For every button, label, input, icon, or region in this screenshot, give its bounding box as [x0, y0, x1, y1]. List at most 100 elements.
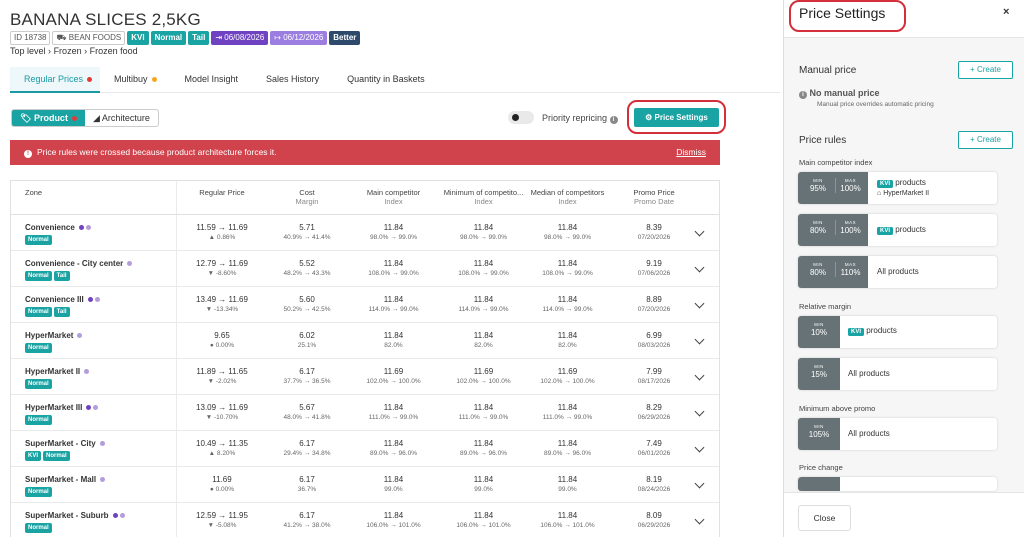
- min-label: Minimum of competito...: [443, 188, 524, 197]
- rule-card[interactable]: MIN 10% KVI products: [798, 316, 997, 348]
- create-rule-button[interactable]: + Create: [958, 131, 1013, 149]
- cell-sub: 98.0% → 99.0%: [544, 234, 591, 241]
- cell-price: 11.69 ● 0.00%: [187, 475, 257, 495]
- rule-card[interactable]: [798, 477, 997, 491]
- index-label: Index: [474, 197, 493, 206]
- cell-sub: 29.4% → 34.8%: [283, 450, 331, 457]
- rule-target: KVI products: [877, 178, 926, 189]
- cell-value: 5.71: [299, 223, 315, 232]
- zone-dot: [77, 333, 83, 339]
- rule-card[interactable]: MIN 80% MAX 100% KVI products: [798, 214, 997, 246]
- zone-dot: [84, 369, 90, 375]
- min-label: MIN: [813, 220, 823, 225]
- zone-name: HyperMarket III: [25, 403, 99, 412]
- crumb-frozen-food[interactable]: Frozen food: [90, 46, 138, 56]
- table-row[interactable]: SuperMarket - Mall Normal 11.69 ● 0.00% 6.17…: [11, 467, 719, 503]
- info-icon[interactable]: i: [609, 116, 618, 124]
- cell-value: 6.17: [299, 511, 315, 520]
- cell-sub: 48.0% → 41.8%: [283, 414, 331, 421]
- zone-tag: Normal: [43, 451, 70, 461]
- table-row[interactable]: SuperMarket - Suburb Normal 12.59 → 11.95 ▼…: [11, 503, 719, 537]
- max-value: 100%: [840, 184, 861, 193]
- dismiss-link[interactable]: Dismiss: [676, 140, 706, 165]
- table-row[interactable]: Convenience Normal 11.59 → 11.69 ▲ 0.86% 5.7…: [11, 215, 719, 251]
- manual-price-heading: Manual price: [799, 65, 857, 76]
- cell-value: 8.29: [646, 403, 662, 412]
- table-row[interactable]: HyperMarket Normal 9.65 ● 0.00% 6.02 25.1% 11.…: [11, 323, 719, 359]
- chevron-down-icon[interactable]: [694, 262, 705, 273]
- chevron-down-icon[interactable]: [694, 514, 705, 525]
- alert-banner: ! Price rules were crossed because produc…: [10, 140, 720, 165]
- table-row[interactable]: SuperMarket - City KVI Normal 10.49 → 11.35…: [11, 431, 719, 467]
- panel-title: Price Settings: [799, 5, 886, 21]
- min-value: 80%: [809, 226, 826, 235]
- cell-main: 11.84 111.0% → 99.0%: [356, 403, 431, 423]
- rule-card[interactable]: MIN 105% All products: [798, 418, 997, 450]
- main-competitor-index-label: Main competitor index: [799, 158, 873, 167]
- cell-sub: ▼ -2.02%: [207, 378, 237, 385]
- rule-card[interactable]: MIN 80% MAX 110% All products: [798, 256, 997, 288]
- table-row[interactable]: HyperMarket III Normal 13.09 → 11.69 ▼ -10.…: [11, 395, 719, 431]
- tab-regular-prices[interactable]: Regular Prices: [10, 67, 100, 93]
- cell-sub: 89.0% → 96.0%: [544, 450, 591, 457]
- product-toggle[interactable]: 🏷 Product: [12, 110, 85, 126]
- crumb-top-level[interactable]: Top level: [10, 46, 46, 56]
- chevron-down-icon[interactable]: [694, 298, 705, 309]
- cell-promo: 9.19 07/06/2026: [619, 259, 689, 279]
- min-label: MIN: [814, 322, 824, 327]
- col-regular-price: Regular Price: [199, 188, 245, 197]
- table-row[interactable]: HyperMarket II Normal 11.89 → 11.65 ▼ -2.02…: [11, 359, 719, 395]
- zone-dot: [94, 297, 100, 303]
- table-row[interactable]: Convenience III Normal Tail 13.49 → 11.69 ▼ …: [11, 287, 719, 323]
- margin-label: Margin: [295, 197, 319, 206]
- max-box: MAX 110%: [835, 262, 865, 277]
- arrow-in-icon: ⇥: [215, 33, 225, 42]
- col-median-competitor: Median of competitors Index: [525, 188, 610, 206]
- chevron-down-icon[interactable]: [694, 442, 705, 453]
- chevron-down-icon[interactable]: [694, 226, 705, 237]
- min-box: MIN 80%: [803, 262, 833, 277]
- cell-sub: 111.0% → 99.0%: [542, 414, 593, 421]
- close-button[interactable]: Close: [798, 505, 851, 531]
- crumb-frozen[interactable]: Frozen: [54, 46, 82, 56]
- cell-sub: 89.0% → 96.0%: [460, 450, 507, 457]
- cell-value: 11.84: [473, 331, 494, 340]
- cell-promo: 7.99 08/17/2026: [619, 367, 689, 387]
- zone-tags: KVI Normal: [25, 451, 70, 461]
- zone-dot: [86, 405, 92, 411]
- tab-sales-history[interactable]: Sales History: [252, 67, 333, 93]
- rule-card[interactable]: MIN 95% MAX 100% KVI products ⌂ HyperMarke…: [798, 172, 997, 204]
- panel-header: Price Settings ×: [784, 0, 1024, 38]
- chevron-down-icon[interactable]: [694, 406, 705, 417]
- tab-model-insight[interactable]: Model Insight: [171, 67, 253, 93]
- rule-text: All products: [848, 369, 890, 378]
- zone-tag: Normal: [25, 379, 52, 389]
- create-manual-button[interactable]: + Create: [958, 61, 1013, 79]
- tab-quantity-in-baskets[interactable]: Quantity in Baskets: [333, 67, 439, 93]
- chevron-down-icon[interactable]: [694, 370, 705, 381]
- cell-min: 11.84 111.0% → 99.0%: [436, 403, 531, 423]
- arrow-out-icon: ↦: [274, 33, 284, 42]
- architecture-toggle[interactable]: ◢ Architecture: [85, 110, 158, 126]
- cell-promo: 8.39 07/20/2026: [619, 223, 689, 243]
- tail-tag: Tail: [188, 31, 210, 45]
- cell-value: 11.59 → 11.69: [196, 223, 248, 232]
- rule-card[interactable]: MIN 15% All products: [798, 358, 997, 390]
- table-row[interactable]: Convenience - City center Normal Tail 12.79…: [11, 251, 719, 287]
- cell-value: 7.99: [646, 367, 662, 376]
- cell-main: 11.84 89.0% → 96.0%: [356, 439, 431, 459]
- chevron-down-icon[interactable]: [694, 334, 705, 345]
- main-label: Main competitor: [366, 188, 421, 197]
- cell-sub: 108.0% → 99.0%: [368, 270, 419, 277]
- cell-sub: 106.0% → 101.0%: [366, 522, 421, 529]
- tab-multibuy[interactable]: Multibuy: [100, 67, 171, 93]
- close-icon[interactable]: ×: [1003, 6, 1009, 18]
- cell-sub: 108.0% → 99.0%: [458, 270, 509, 277]
- priority-repricing-switch[interactable]: [508, 111, 534, 124]
- cell-sub: 108.0% → 99.0%: [542, 270, 593, 277]
- price-settings-button[interactable]: ⚙ Price Settings: [634, 108, 719, 127]
- cell-cost: 6.17 37.7% → 36.5%: [272, 367, 342, 387]
- cell-value: 12.59 → 11.95: [196, 511, 248, 520]
- min-label: MIN: [814, 364, 824, 369]
- chevron-down-icon[interactable]: [694, 478, 705, 489]
